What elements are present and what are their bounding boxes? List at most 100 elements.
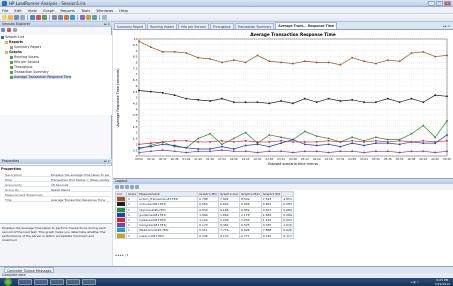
tab-summary-report[interactable]: Summary Report <box>114 23 147 29</box>
merge-icon[interactable] <box>86 15 91 20</box>
legend-row[interactable]: 1 manyresvt#1783r 0.170 0.382 0.525 0.335 1.01… <box>115 222 294 229</box>
legend-color-swatch <box>117 207 125 212</box>
y-tick-label: 6.5 <box>133 78 138 82</box>
legend-color-cell <box>115 227 127 234</box>
taskbar-app-icon[interactable] <box>82 279 96 285</box>
add-graph-icon[interactable] <box>30 15 35 20</box>
menu-edit[interactable]: Edit <box>14 8 21 13</box>
legend-config-icon[interactable] <box>125 185 129 189</box>
x-tick-label: 05:20 <box>372 157 380 161</box>
menu-file[interactable]: File <box>2 8 8 13</box>
data-point <box>150 90 152 93</box>
minimize-button[interactable]: – <box>428 1 435 6</box>
legend-pager[interactable]: ◂ ◂ ▸ ▸ | ▾ <box>115 253 128 257</box>
data-point <box>232 137 235 140</box>
graph-icon <box>10 65 13 69</box>
data-point <box>292 62 294 65</box>
legend-hide-icon[interactable] <box>120 185 124 189</box>
data-point <box>256 54 259 57</box>
open-icon[interactable] <box>8 15 13 20</box>
data-point <box>138 40 140 43</box>
tree-node-summary-report[interactable]: Summary Report <box>10 45 41 49</box>
print-icon[interactable] <box>20 15 25 20</box>
explorer-rename-icon[interactable] <box>13 28 17 32</box>
legend-row[interactable]: 1 Action_Transaction#1783r 6.788 7.902 8.549… <box>115 196 294 203</box>
taskbar-explorer-icon[interactable] <box>34 279 48 285</box>
x-tick-label: 01:36 <box>206 157 214 161</box>
tree-node-transaction-summary[interactable]: Transaction Summary <box>10 70 49 74</box>
tree-node-graphs[interactable]: Graphs <box>5 50 22 54</box>
menu-reports[interactable]: Reports <box>60 8 75 13</box>
tab-transaction-summary[interactable]: Transaction Summary <box>234 23 275 29</box>
redo-icon[interactable] <box>58 15 63 20</box>
legend-row[interactable]: 1 guidemast#1783r 1.996 1.669 2.178 1.582 0.28… <box>115 211 294 218</box>
system-tray[interactable]: ▴ ◐ ♪ <box>411 280 431 284</box>
tree-node-reports[interactable]: Reports <box>5 40 23 44</box>
menu-tools[interactable]: Tools <box>81 8 90 13</box>
legend-export-icon[interactable] <box>135 185 139 189</box>
new-session-icon[interactable] <box>2 15 7 20</box>
undo-icon[interactable] <box>52 15 57 20</box>
x-tick-label: 06:08 <box>408 157 416 161</box>
save-icon[interactable] <box>14 15 19 20</box>
legend-show-icon[interactable] <box>115 185 119 189</box>
explorer-add-icon[interactable] <box>1 28 5 32</box>
data-point <box>221 61 223 64</box>
export-icon[interactable] <box>92 15 97 20</box>
data-point <box>386 138 389 141</box>
chart-icon[interactable] <box>64 15 69 20</box>
data-point <box>173 144 176 147</box>
tab-throughput[interactable]: Throughput <box>209 23 234 29</box>
maximize-button[interactable]: □ <box>436 1 443 6</box>
legend-row[interactable]: 1 vuln.result#1783r 0.050 0.624 0.626 0.822 0.… <box>115 201 294 208</box>
pin-icon[interactable]: ⊟ × <box>104 22 110 27</box>
legend-filter-icon[interactable] <box>130 185 134 189</box>
data-point <box>138 89 140 92</box>
data-point <box>410 132 413 135</box>
tree-node-hits-per-second[interactable]: Hits per Second <box>10 60 39 64</box>
tree-node-running-vusers[interactable]: Running Vusers <box>10 55 39 59</box>
legend-row[interactable]: 1 objconsult#1783r 0.034 0.166 0.952 0.507 0.0… <box>115 206 294 213</box>
menu-windows[interactable]: Windows <box>96 8 113 13</box>
filter-icon[interactable] <box>36 15 41 20</box>
table-icon[interactable] <box>70 15 75 20</box>
data-point <box>386 141 389 143</box>
report-icon[interactable] <box>42 15 47 20</box>
start-button[interactable] <box>4 278 12 286</box>
data-point <box>244 131 247 134</box>
data-point <box>304 150 306 153</box>
taskbar-ie-icon[interactable] <box>18 279 32 285</box>
tab-scroll-arrows[interactable]: ◂ ▸ × <box>443 24 450 28</box>
data-point <box>280 142 282 144</box>
data-point <box>363 141 365 143</box>
data-point <box>244 139 247 142</box>
tree-node-throughput[interactable]: Throughput <box>10 65 33 69</box>
pin-icon[interactable]: ⊟ × <box>104 159 110 164</box>
help-icon[interactable] <box>102 15 107 20</box>
tab-avg-response-time[interactable]: Average Trans... Response Time <box>275 22 338 29</box>
tree-node-avg-response-time[interactable]: Average Transaction Response Time <box>10 75 72 79</box>
legend-row[interactable]: 1 makeresvt#1783r 1.124 1.249 1.255 1.229 0.05… <box>115 216 294 224</box>
menu-help[interactable]: Help <box>119 8 128 13</box>
close-button[interactable]: × <box>444 1 451 6</box>
legend-row[interactable]: 1 vuser.init#1783r 0.146 0.170 0.777 0.140 0.1… <box>115 232 294 239</box>
data-point <box>197 56 200 59</box>
x-tick-label: 00:32 <box>159 157 167 161</box>
menu-view[interactable]: View <box>28 8 37 13</box>
property-row[interactable]: Title Average Transaction Response Time <box>4 197 111 202</box>
data-point <box>232 148 235 150</box>
data-point <box>150 145 152 148</box>
tab-hits-per-second[interactable]: Hits per Second <box>178 23 209 29</box>
data-point <box>244 150 247 153</box>
menu-graph[interactable]: Graph <box>43 8 55 13</box>
legend-row[interactable]: 1 WebCommit#1783r 0.511 7.776 8.026 7.868 0.62… <box>115 227 294 234</box>
session-explorer-header: Session Explorer ⊟ × <box>0 22 112 27</box>
tab-running-vusers[interactable]: Running Vusers <box>147 23 178 29</box>
tree-node-session[interactable]: Session1.lra <box>1 35 24 39</box>
taskbar-analysis-icon[interactable] <box>66 279 80 285</box>
taskbar-media-icon[interactable] <box>50 279 64 285</box>
legend-color-cell <box>115 201 127 208</box>
zoom-icon[interactable] <box>80 15 85 20</box>
explorer-delete-icon[interactable] <box>7 28 11 32</box>
data-point <box>410 150 413 153</box>
